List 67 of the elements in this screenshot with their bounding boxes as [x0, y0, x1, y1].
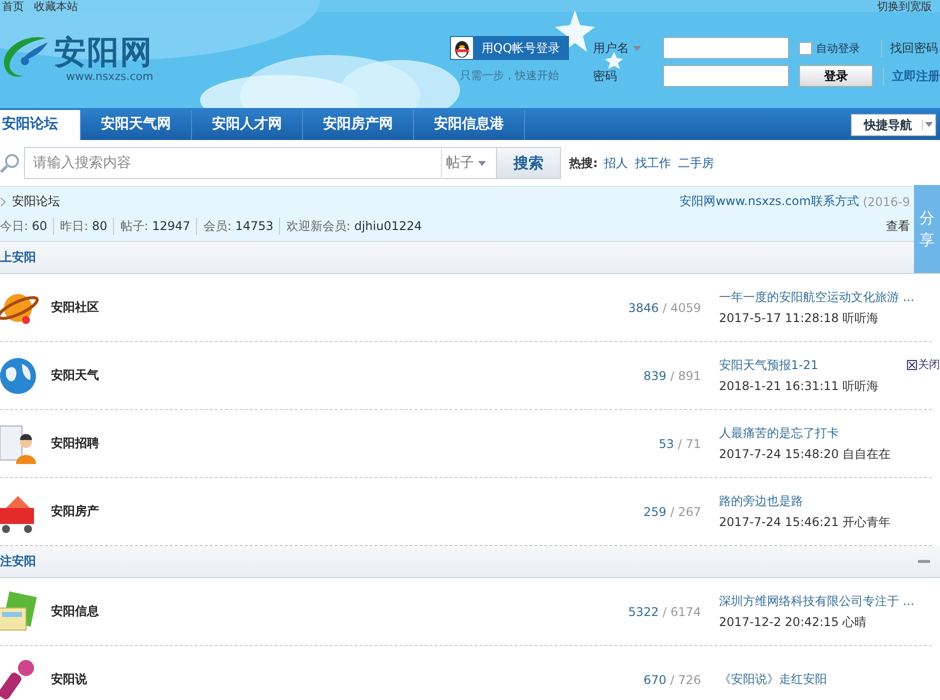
logo-url: www.nsxzs.com [66, 70, 154, 82]
section-title[interactable]: 注安阳 [0, 553, 36, 570]
close-icon[interactable] [907, 360, 917, 370]
last-post-link[interactable]: 《安阳说》走红安阳 [719, 671, 827, 688]
search-button[interactable]: 搜索 [496, 148, 560, 178]
forum-count: 53 / 71 [658, 436, 701, 450]
last-post-link[interactable]: 一年一度的安阳航空运动文化旅游 ... [719, 288, 914, 306]
top-link[interactable]: 切换到宽版 [877, 0, 932, 14]
forgot-password-link[interactable]: 找回密码 [881, 40, 938, 56]
top-link[interactable]: 收藏本站 [34, 0, 78, 14]
caret-icon[interactable] [632, 46, 641, 51]
forum-count: 259 / 267 [642, 504, 701, 518]
qq-hint: 只需一步，快速开始 [460, 68, 560, 83]
nav-tab[interactable]: 安阳天气网 [81, 110, 192, 140]
hot-search-link[interactable]: 找工作 [634, 154, 671, 172]
breadcrumb[interactable]: 安阳论坛 [0, 193, 60, 210]
forum-name[interactable]: 安阳社区 [51, 299, 591, 316]
stat-text: 帖子: 12947 [113, 218, 190, 235]
nav-tab[interactable]: 安阳论坛 [0, 110, 81, 140]
hot-search-link[interactable]: 二手房 [678, 154, 714, 172]
username-label: 用户名 [593, 40, 663, 56]
search-field[interactable]: 请输入搜索内容 帖子 搜索 [24, 147, 561, 179]
forum-count: 839 / 891 [642, 368, 701, 382]
forum-count: 670 / 726 [642, 672, 701, 686]
last-post-meta: 2017-7-24 15:46:21 开心青年 [719, 514, 891, 530]
stat-text: 今日: 60 [0, 218, 48, 235]
view-link[interactable]: 查看 [886, 218, 910, 235]
section-title[interactable]: 上安阳 [0, 249, 36, 266]
forum-count: 3846 / 4059 [627, 300, 701, 314]
close-link[interactable]: 关闭 [907, 357, 940, 372]
logo-title: 安阳网 [54, 34, 154, 70]
top-link[interactable]: 首页 [2, 0, 24, 14]
last-post-meta: 2017-12-2 20:42:15 心晴 [719, 614, 868, 630]
chevron-icon [0, 196, 6, 206]
nav-tab[interactable]: 安阳人才网 [192, 110, 303, 140]
forum-name[interactable]: 安阳招聘 [51, 435, 591, 452]
quick-nav-button[interactable]: 快捷导航 [851, 114, 936, 136]
password-label: 密码 [593, 68, 618, 84]
auto-login-checkbox[interactable]: 自动登录 [799, 40, 881, 56]
username-field[interactable] [663, 37, 789, 59]
stat-text: 会员: 14753 [196, 218, 274, 235]
last-post-link[interactable]: 人最痛苦的是忘了打卡 [719, 424, 891, 442]
hot-search-label: 热搜: [569, 154, 598, 172]
penguin-icon [451, 37, 474, 59]
search-icon [0, 153, 20, 173]
last-post-meta: 2018-1-21 16:31:11 听听海 [719, 378, 879, 394]
hot-search-link[interactable]: 招人 [604, 154, 628, 172]
nav-tab[interactable]: 安阳信息港 [414, 110, 525, 140]
forum-name[interactable]: 安阳说 [51, 671, 591, 688]
forum-name[interactable]: 安阳房产 [51, 503, 591, 520]
last-post-link[interactable]: 深圳方维网络科技有限公司专注于 ... [719, 592, 914, 610]
last-post-link[interactable]: 安阳天气预报1-21 [719, 356, 879, 374]
forum-name[interactable]: 安阳信息 [51, 603, 591, 620]
stat-text: 昨日: 80 [53, 218, 108, 235]
stat-text: 欢迎新会员: djhiu01224 [279, 218, 422, 235]
qq-login-button[interactable]: 用QQ帐号登录 [450, 36, 570, 60]
last-post-link[interactable]: 路的旁边也是路 [719, 492, 891, 510]
notice-date: (2016-9 [862, 194, 910, 208]
nav-tab[interactable]: 安阳房产网 [303, 110, 414, 140]
last-post-meta: 2017-7-24 15:48:20 自自在在 [719, 446, 891, 462]
forum-name[interactable]: 安阳天气 [51, 367, 591, 384]
last-post-meta: 2017-5-17 11:28:18 听听海 [719, 310, 880, 326]
register-link[interactable]: 立即注册 [883, 68, 940, 84]
notice-link[interactable]: 安阳网www.nsxzs.com联系方式 [680, 193, 859, 210]
login-button[interactable]: 登录 [799, 65, 873, 87]
forum-count: 5322 / 6174 [627, 604, 701, 618]
password-field[interactable] [663, 65, 789, 87]
